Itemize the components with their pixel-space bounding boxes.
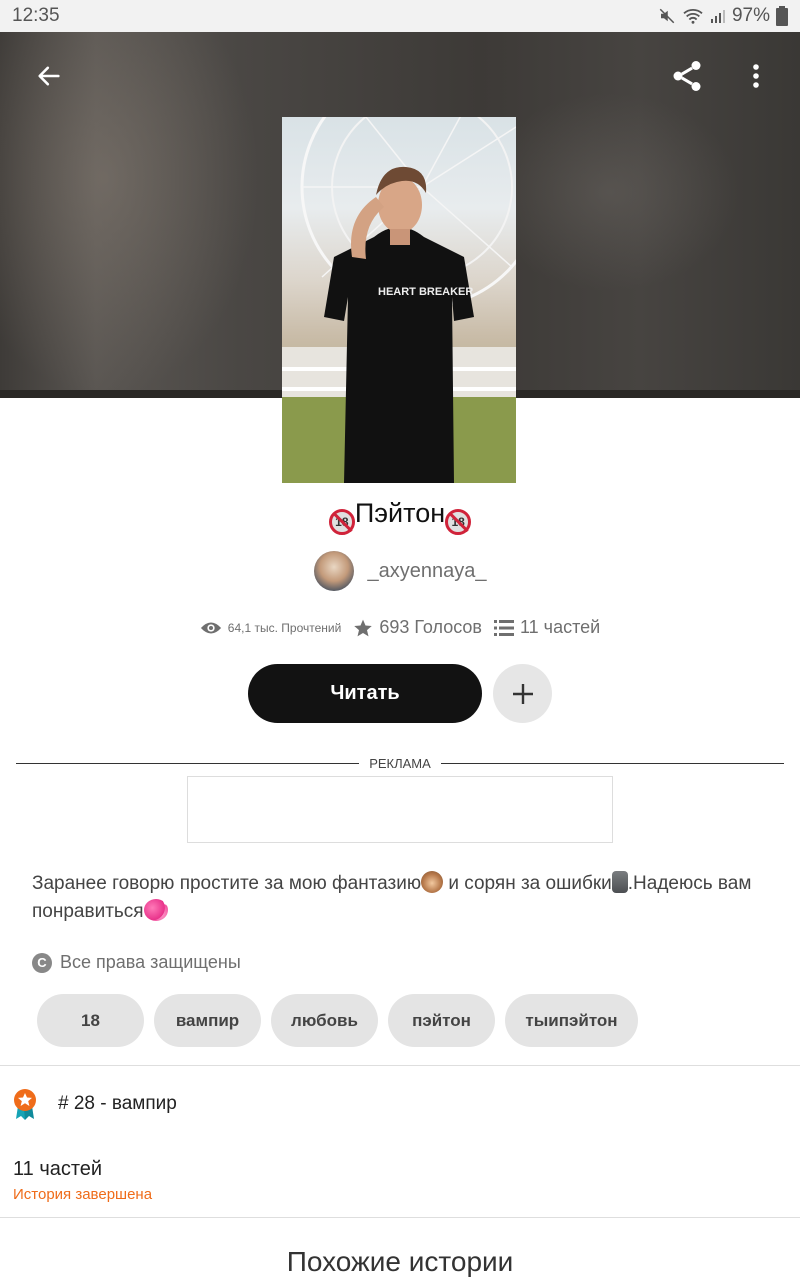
list-icon	[494, 619, 514, 636]
copyright-icon: C	[32, 952, 52, 973]
story-stats: 64,1 тыс. Прочтений 693 Голосов 11 часте…	[0, 617, 800, 638]
signal-icon	[710, 10, 725, 23]
copyright-text: Все права защищены	[60, 952, 241, 972]
story-description: Заранее говорю простите за мою фантазию …	[32, 870, 772, 926]
mute-icon	[659, 8, 675, 24]
age-restriction-icon: 18	[328, 509, 355, 535]
eye-icon	[200, 622, 221, 633]
battery-percent: 97%	[731, 5, 770, 26]
section-divider	[0, 1065, 800, 1066]
share-icon	[673, 61, 701, 91]
story-title: 18 Пэйтон 18	[0, 498, 800, 535]
moai-icon	[611, 871, 628, 893]
story-cover-image[interactable]: HEART BREAKER	[282, 117, 516, 483]
see-no-evil-monkey-icon	[421, 871, 444, 893]
author-row[interactable]: _axyennaya_	[0, 551, 800, 591]
tag-chip[interactable]: тыипэйтон	[505, 994, 638, 1047]
tag-chip[interactable]: любовь	[271, 994, 378, 1047]
ad-divider: РЕКЛАМА	[16, 756, 784, 772]
wifi-icon	[683, 9, 703, 24]
back-button[interactable]	[27, 54, 71, 98]
parts-summary[interactable]: 11 частей	[13, 1158, 102, 1181]
parts-stat: 11 частей	[494, 617, 600, 638]
cover-illustration: HEART BREAKER	[282, 117, 516, 483]
battery-icon	[776, 6, 788, 26]
age-restriction-icon: 18	[445, 509, 472, 535]
share-button[interactable]	[665, 54, 709, 98]
back-arrow-icon	[38, 66, 60, 86]
tag-list: 18 вампир любовь пэйтон тыипэйтон	[37, 994, 638, 1047]
status-bar: 12:35 97%	[0, 0, 800, 32]
ad-slot[interactable]	[187, 776, 613, 843]
more-options-button[interactable]	[734, 54, 778, 98]
votes-stat: 693 Голосов	[353, 617, 482, 638]
similar-stories-heading: Похожие истории	[286, 1246, 514, 1277]
reads-count: 64,1 тыс. Прочтений	[227, 620, 342, 635]
ranking-text: # 28 - вампир	[58, 1093, 177, 1114]
star-icon	[354, 619, 373, 636]
status-time: 12:35	[12, 5, 60, 26]
completion-status: История завершена	[13, 1186, 153, 1203]
svg-text:HEART BREAKER: HEART BREAKER	[378, 286, 473, 298]
add-to-library-button[interactable]	[493, 664, 552, 723]
read-button[interactable]: Читать	[248, 664, 482, 723]
story-title-text: Пэйтон	[354, 498, 446, 528]
ad-line-right	[441, 763, 784, 764]
description-text-2: и сорян за ошибки	[443, 873, 612, 894]
tag-chip[interactable]: вампир	[154, 994, 261, 1047]
two-hearts-icon	[143, 899, 168, 921]
status-icons: 97%	[658, 5, 788, 27]
votes-count: 693 Голосов	[379, 617, 482, 637]
parts-count: 11 частей	[520, 617, 601, 637]
section-divider	[0, 1217, 800, 1218]
author-name[interactable]: _axyennaya_	[368, 560, 487, 583]
rank-badge-icon	[14, 1089, 36, 1120]
ranking-row[interactable]: # 28 - вампир	[12, 1088, 177, 1120]
more-vert-icon	[753, 64, 759, 88]
tag-chip[interactable]: пэйтон	[388, 994, 495, 1047]
description-text-1: Заранее говорю простите за мою фантазию	[32, 873, 422, 894]
plus-icon	[512, 683, 533, 704]
tag-chip[interactable]: 18	[37, 994, 144, 1047]
author-avatar[interactable]	[313, 551, 354, 591]
copyright-row: C Все права защищены	[32, 952, 241, 973]
reads-stat: 64,1 тыс. Прочтений	[200, 620, 342, 636]
